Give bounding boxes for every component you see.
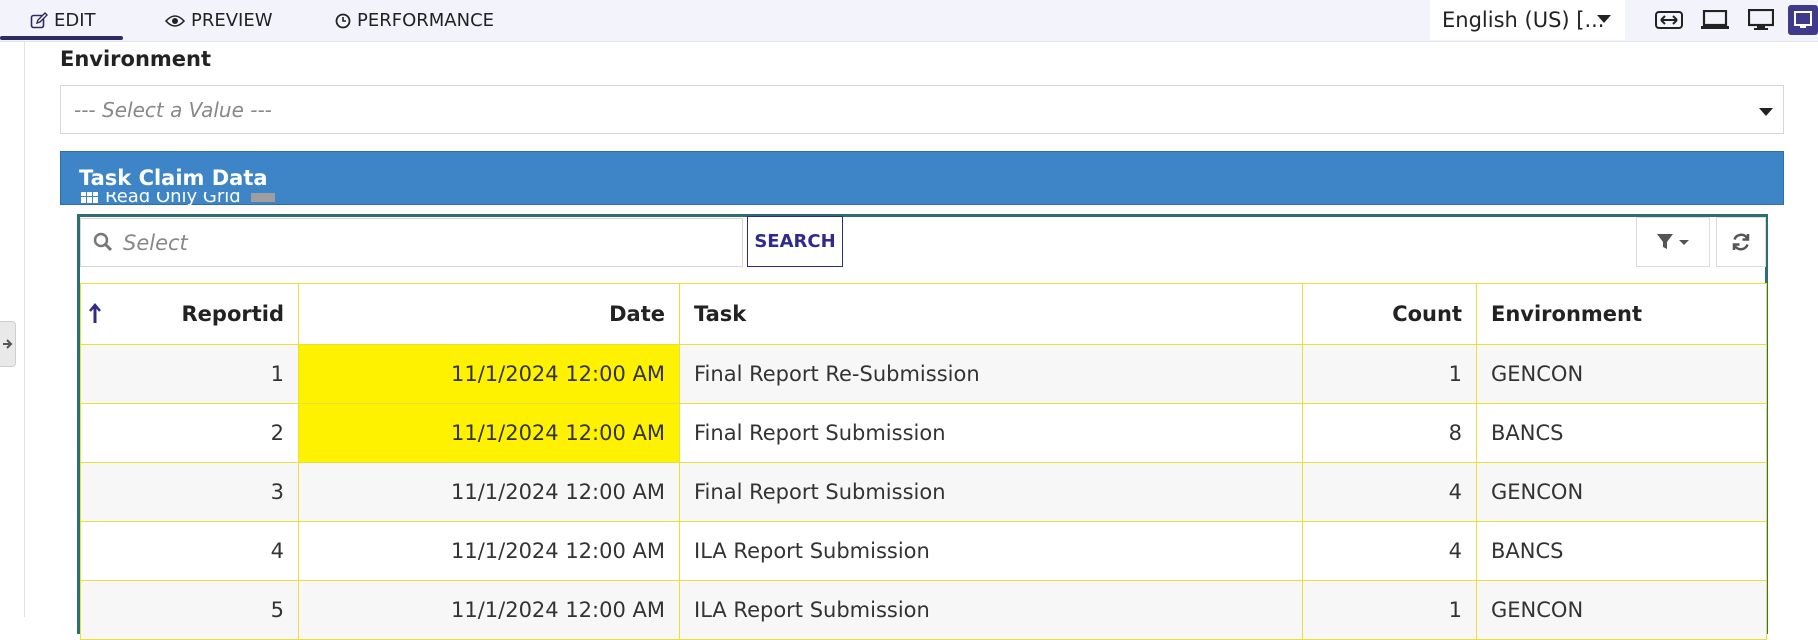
- expand-horizontal-icon: [1655, 11, 1683, 29]
- cell-date: 11/1/2024 12:00 AM: [298, 462, 680, 522]
- eye-icon: [165, 14, 185, 27]
- table-row[interactable]: 3 11/1/2024 12:00 AM Final Report Submis…: [80, 462, 1767, 522]
- column-label: Task: [694, 302, 747, 326]
- sidebar-toggle[interactable]: [0, 321, 16, 367]
- column-header-date[interactable]: Date: [298, 283, 680, 345]
- active-tab-indicator: [0, 36, 123, 40]
- sort-up-arrow-icon[interactable]: [88, 303, 102, 325]
- table-row[interactable]: 2 11/1/2024 12:00 AM Final Report Submis…: [80, 403, 1767, 463]
- column-label: Date: [609, 302, 665, 326]
- cell-reportid: 3: [80, 462, 299, 522]
- clock-icon: [335, 13, 351, 28]
- cell-reportid: 2: [80, 403, 299, 463]
- monitor-icon: [1748, 9, 1774, 30]
- cell-count: 1: [1302, 344, 1477, 404]
- column-header-task[interactable]: Task: [679, 283, 1303, 345]
- pencil-square-icon: [30, 11, 48, 28]
- desktop-view-button[interactable]: [1744, 6, 1778, 34]
- table-header-row: Reportid Date Task Count Environment: [80, 283, 1767, 345]
- panel-title: Task Claim Data: [79, 166, 268, 190]
- laptop-view-button[interactable]: [1698, 6, 1732, 34]
- column-label: Environment: [1491, 302, 1643, 326]
- arrow-right-icon: [3, 339, 13, 349]
- cell-environment: GENCON: [1476, 462, 1767, 522]
- tab-performance[interactable]: PERFORMANCE: [335, 0, 494, 41]
- search-button[interactable]: SEARCH: [747, 216, 843, 267]
- cell-date: 11/1/2024 12:00 AM: [298, 580, 680, 640]
- grid-icon: [81, 192, 98, 203]
- cell-environment: BANCS: [1476, 521, 1767, 581]
- task-claim-panel-header: Task Claim Data: [60, 151, 1784, 205]
- cell-reportid: 4: [80, 521, 299, 581]
- large-desktop-view-button[interactable]: [1788, 5, 1818, 35]
- search-input[interactable]: [121, 227, 725, 259]
- tab-edit[interactable]: EDIT: [30, 0, 96, 41]
- column-header-count[interactable]: Count: [1302, 283, 1477, 345]
- cell-reportid: 1: [80, 344, 299, 404]
- language-value: English (US) [...: [1442, 8, 1605, 32]
- cell-task: ILA Report Submission: [679, 580, 1303, 640]
- left-divider: [24, 41, 25, 617]
- cell-count: 1: [1302, 580, 1477, 640]
- tab-preview-label: PREVIEW: [191, 10, 273, 31]
- cell-reportid: 5: [80, 580, 299, 640]
- refresh-button[interactable]: [1716, 217, 1766, 267]
- tab-preview[interactable]: PREVIEW: [165, 0, 273, 41]
- cell-task: Final Report Submission: [679, 462, 1303, 522]
- grid-tag: Read Only Grid: [81, 192, 275, 210]
- environment-placeholder: --- Select a Value ---: [74, 98, 272, 122]
- table-row[interactable]: 4 11/1/2024 12:00 AM ILA Report Submissi…: [80, 521, 1767, 581]
- cell-date: 11/1/2024 12:00 AM: [298, 521, 680, 581]
- chevron-down-icon: [1759, 108, 1773, 116]
- tab-edit-label: EDIT: [54, 10, 96, 31]
- cell-task: ILA Report Submission: [679, 521, 1303, 581]
- large-monitor-icon: [1794, 11, 1812, 28]
- cell-date: 11/1/2024 12:00 AM: [298, 403, 680, 463]
- cell-environment: BANCS: [1476, 403, 1767, 463]
- search-icon: [93, 232, 113, 252]
- cell-environment: GENCON: [1476, 344, 1767, 404]
- grid-search-field[interactable]: [80, 218, 743, 267]
- table-row[interactable]: 1 11/1/2024 12:00 AM Final Report Re-Sub…: [80, 344, 1767, 404]
- funnel-icon: [1657, 234, 1689, 249]
- filter-button[interactable]: [1636, 217, 1710, 267]
- column-label: Reportid: [181, 302, 285, 326]
- cell-date: 11/1/2024 12:00 AM: [298, 344, 680, 404]
- fit-width-button[interactable]: [1652, 6, 1686, 34]
- tab-performance-label: PERFORMANCE: [357, 10, 495, 31]
- grid-tag-handle: [250, 192, 275, 202]
- language-select[interactable]: English (US) [...: [1430, 0, 1625, 40]
- cell-count: 4: [1302, 521, 1477, 581]
- grid-tag-label: Read Only Grid: [105, 192, 241, 206]
- cell-count: 4: [1302, 462, 1477, 522]
- table-row[interactable]: 5 11/1/2024 12:00 AM ILA Report Submissi…: [80, 580, 1767, 640]
- environment-label: Environment: [60, 47, 212, 71]
- cell-count: 8: [1302, 403, 1477, 463]
- cell-task: Final Report Submission: [679, 403, 1303, 463]
- environment-select[interactable]: --- Select a Value ---: [60, 85, 1784, 134]
- column-header-environment[interactable]: Environment: [1476, 283, 1767, 345]
- laptop-icon: [1701, 10, 1729, 29]
- chevron-down-icon: [1597, 15, 1611, 23]
- column-header-reportid[interactable]: Reportid: [80, 283, 299, 345]
- top-toolbar: EDIT PREVIEW PERFORMANCE English (US) [.…: [0, 0, 1818, 42]
- cell-task: Final Report Re-Submission: [679, 344, 1303, 404]
- cell-environment: GENCON: [1476, 580, 1767, 640]
- column-label: Count: [1392, 302, 1462, 326]
- task-claim-table: Reportid Date Task Count Environment 1 1…: [80, 283, 1767, 640]
- refresh-icon: [1732, 233, 1750, 251]
